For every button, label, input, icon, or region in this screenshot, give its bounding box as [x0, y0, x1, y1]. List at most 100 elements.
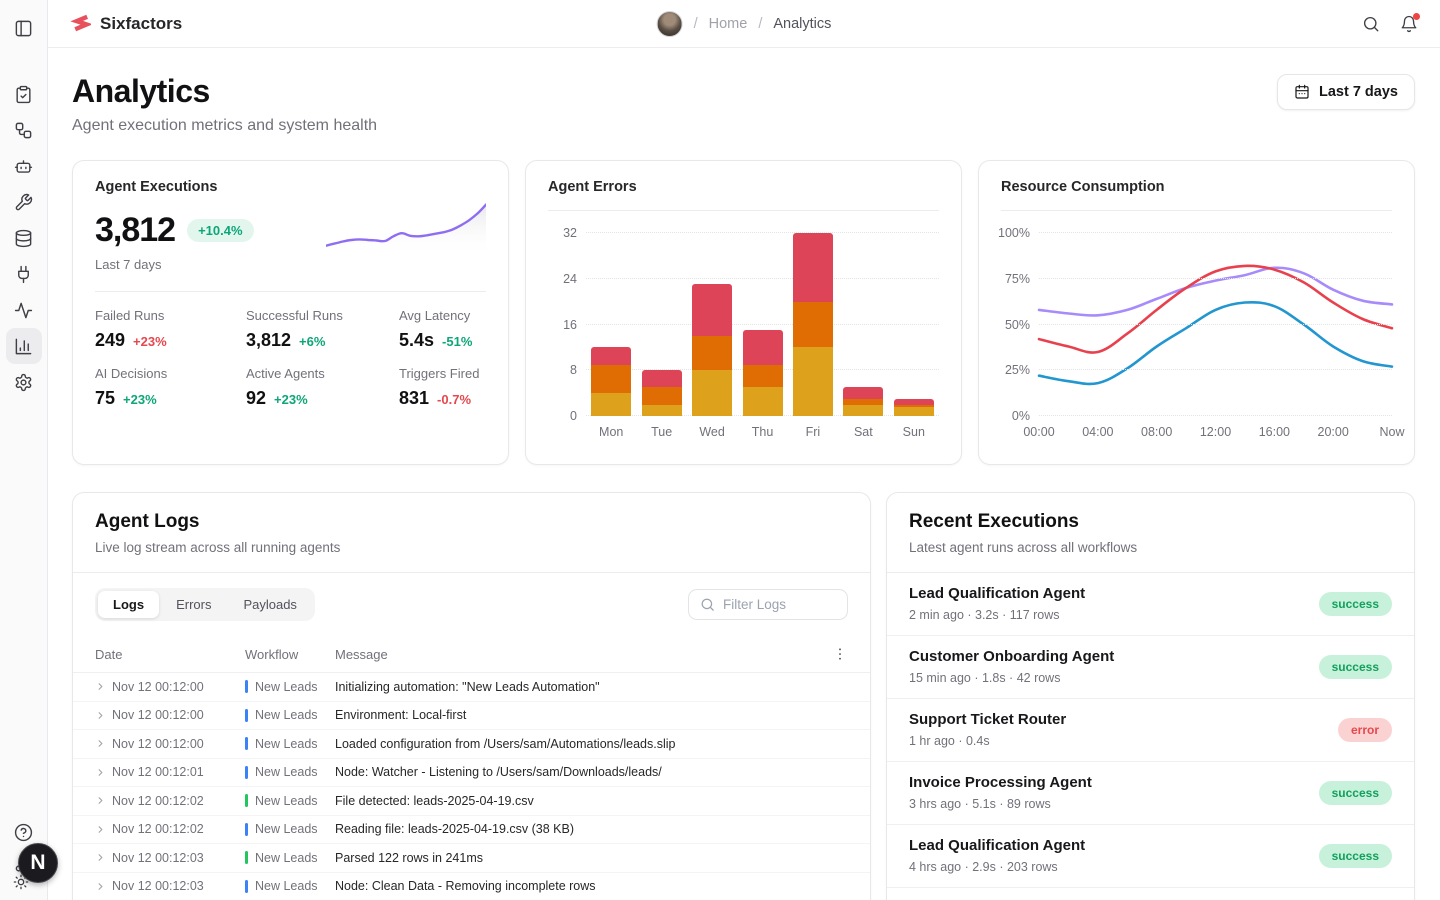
chevron-right-icon[interactable]	[95, 738, 112, 749]
sidebar-nav	[6, 76, 42, 400]
date-range-button[interactable]: Last 7 days	[1277, 74, 1415, 110]
wrench-icon[interactable]	[6, 184, 42, 220]
chevron-right-icon[interactable]	[95, 881, 112, 892]
execution-info: Invoice Processing Agent3 hrs ago · 5.1s…	[909, 774, 1092, 811]
stat-delta: +6%	[299, 334, 325, 349]
bar-fri	[793, 233, 833, 416]
workflow-color-bar	[245, 823, 248, 836]
recent-executions-panel: Recent Executions Latest agent runs acro…	[886, 492, 1415, 900]
card-divider	[95, 291, 486, 292]
bell-icon[interactable]	[1400, 15, 1418, 33]
breadcrumb-item[interactable]: Analytics	[773, 16, 831, 32]
breadcrumb: /Home/Analytics	[657, 11, 832, 37]
bar-segment-low	[894, 407, 934, 416]
filter-logs-field[interactable]	[723, 597, 836, 612]
workflow-name: New Leads	[255, 708, 318, 722]
stat-delta: -0.7%	[437, 392, 471, 407]
log-date: Nov 12 00:12:03	[112, 879, 245, 893]
bar-mon	[591, 347, 631, 416]
y-axis-label: 0%	[1012, 409, 1030, 423]
y-axis-label: 0	[570, 409, 577, 423]
log-row[interactable]: Nov 12 00:12:03New LeadsParsed 122 rows …	[73, 844, 870, 873]
bot-icon[interactable]	[6, 148, 42, 184]
log-row[interactable]: Nov 12 00:12:00New LeadsEnvironment: Loc…	[73, 702, 870, 731]
workflow-name: New Leads	[255, 794, 318, 808]
clipboard-check-icon[interactable]	[6, 76, 42, 112]
bar-segment-medium	[743, 365, 783, 388]
execution-row[interactable]: Customer Onboarding Agent15 min ago · 1.…	[887, 636, 1414, 699]
execution-meta: 15 min ago · 1.8s · 42 rows	[909, 671, 1114, 685]
status-badge: success	[1319, 655, 1392, 679]
workflow-name: New Leads	[255, 680, 318, 694]
workflow-color-bar	[245, 737, 248, 750]
log-workflow: New Leads	[245, 879, 335, 893]
brand[interactable]: Sixfactors	[70, 13, 182, 34]
user-avatar[interactable]	[657, 11, 683, 37]
tab-payloads[interactable]: Payloads	[228, 591, 311, 618]
bar-segment-low	[793, 347, 833, 416]
stat-cell: Avg Latency5.4s-51%	[399, 308, 486, 351]
bar-chart-icon[interactable]	[6, 328, 42, 364]
card-divider	[548, 210, 939, 211]
panel-toggle-icon[interactable]	[6, 10, 42, 46]
log-row[interactable]: Nov 12 00:12:03New LeadsNode: Clean Data…	[73, 873, 870, 900]
x-axis-label: Thu	[752, 425, 774, 439]
execution-row[interactable]: Support Ticket Router1 hr ago · 0.4serro…	[887, 699, 1414, 762]
tab-logs[interactable]: Logs	[98, 591, 159, 618]
log-workflow: New Leads	[245, 765, 335, 779]
chevron-right-icon[interactable]	[95, 710, 112, 721]
execution-meta: 3 hrs ago · 5.1s · 89 rows	[909, 797, 1092, 811]
tab-errors[interactable]: Errors	[161, 591, 226, 618]
log-workflow: New Leads	[245, 851, 335, 865]
chevron-right-icon[interactable]	[95, 852, 112, 863]
execution-info: Lead Qualification Agent4 hrs ago · 2.9s…	[909, 837, 1085, 874]
log-message: Environment: Local-first	[335, 708, 466, 722]
app-root: N Sixfactors /Home/Analytics	[0, 0, 1440, 900]
x-axis-label: 08:00	[1141, 425, 1172, 439]
stat-cell: Triggers Fired831-0.7%	[399, 366, 486, 409]
log-message: Initializing automation: "New Leads Auto…	[335, 680, 600, 694]
resource-lines-svg	[1039, 233, 1392, 416]
log-row[interactable]: Nov 12 00:12:00New LeadsInitializing aut…	[73, 673, 870, 702]
bar-segment-low	[843, 405, 883, 416]
filter-logs-input[interactable]	[688, 589, 848, 620]
agent-errors-xaxis: MonTueWedThuFriSatSun	[586, 416, 939, 442]
y-axis-label: 75%	[1005, 272, 1030, 286]
y-axis-label: 8	[570, 363, 577, 377]
table-menu-icon[interactable]	[832, 646, 848, 662]
stat-value: 92+23%	[246, 388, 387, 409]
workflow-icon[interactable]	[6, 112, 42, 148]
logs-tabs: LogsErrorsPayloads	[95, 588, 315, 621]
column-workflow: Workflow	[245, 647, 335, 662]
gridline	[1039, 232, 1392, 233]
execution-row[interactable]: Lead Qualification Agent4 hrs ago · 2.9s…	[887, 825, 1414, 888]
chevron-right-icon[interactable]	[95, 795, 112, 806]
log-row[interactable]: Nov 12 00:12:01New LeadsNode: Watcher - …	[73, 759, 870, 788]
executions-stats-grid: Failed Runs249+23%Successful Runs3,812+6…	[95, 308, 486, 409]
x-axis-label: Tue	[651, 425, 672, 439]
x-axis-label: 00:00	[1023, 425, 1054, 439]
breadcrumb-item[interactable]: Home	[709, 16, 748, 32]
x-axis-label: Sat	[854, 425, 873, 439]
y-axis-label: 24	[563, 272, 577, 286]
execution-row[interactable]: Invoice Processing Agent3 hrs ago · 5.1s…	[887, 762, 1414, 825]
log-row[interactable]: Nov 12 00:12:02New LeadsReading file: le…	[73, 816, 870, 845]
logs-table-header: Date Workflow Message	[73, 636, 870, 673]
chevron-right-icon[interactable]	[95, 824, 112, 835]
log-row[interactable]: Nov 12 00:12:00New LeadsLoaded configura…	[73, 730, 870, 759]
nextjs-dev-badge[interactable]: N	[18, 843, 58, 883]
search-icon[interactable]	[1362, 15, 1380, 33]
bottom-panels: Agent Logs Live log stream across all ru…	[72, 492, 1415, 900]
database-icon[interactable]	[6, 220, 42, 256]
execution-info: Lead Qualification Agent2 min ago · 3.2s…	[909, 585, 1085, 622]
log-row[interactable]: Nov 12 00:12:02New LeadsFile detected: l…	[73, 787, 870, 816]
plug-icon[interactable]	[6, 256, 42, 292]
stat-number: 92	[246, 388, 266, 409]
execution-row[interactable]: Lead Qualification Agent2 min ago · 3.2s…	[887, 573, 1414, 636]
settings-icon[interactable]	[6, 364, 42, 400]
executions-period: Last 7 days	[95, 257, 486, 272]
activity-icon[interactable]	[6, 292, 42, 328]
card-title: Resource Consumption	[1001, 179, 1392, 195]
chevron-right-icon[interactable]	[95, 681, 112, 692]
chevron-right-icon[interactable]	[95, 767, 112, 778]
